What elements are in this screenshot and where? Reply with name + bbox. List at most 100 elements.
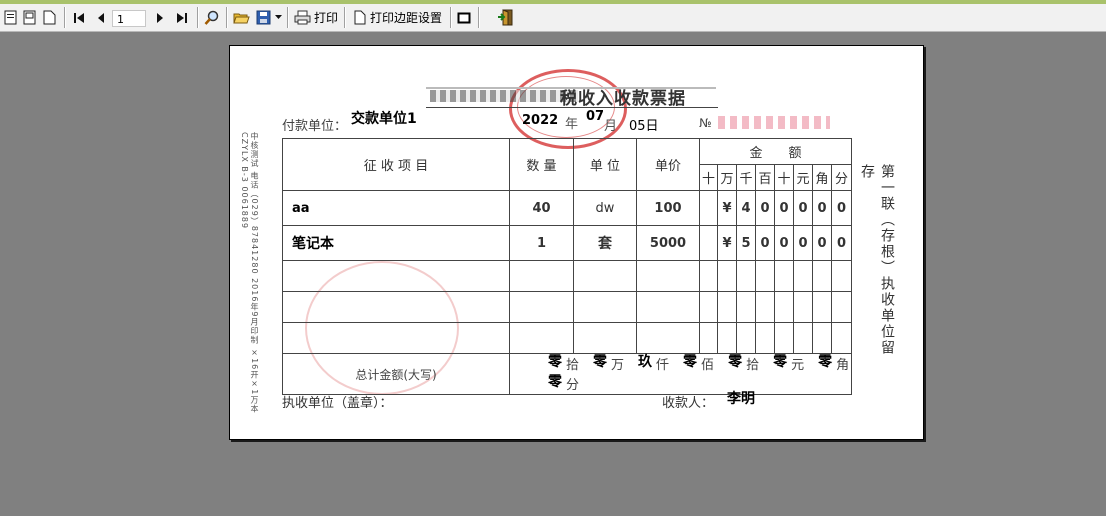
save-icon[interactable] xyxy=(255,7,272,28)
currency-cell: ¥ xyxy=(717,225,737,261)
total-digit-value: 玖 xyxy=(638,354,653,370)
empty-cell xyxy=(636,291,700,323)
currency-cell: ¥ xyxy=(717,190,737,226)
digit-header: 万 xyxy=(717,164,737,191)
frame-icon[interactable] xyxy=(455,7,473,28)
empty-cell xyxy=(699,291,718,323)
digit-header: 十 xyxy=(699,164,718,191)
page-number-input[interactable]: 1 xyxy=(112,10,146,27)
digit-header: 元 xyxy=(793,164,813,191)
receipt-title: 税收入收款票据 xyxy=(560,89,686,109)
printer-icon xyxy=(294,10,311,25)
empty-cell xyxy=(793,322,813,354)
empty-table-row xyxy=(282,322,853,354)
month-value: 07 xyxy=(586,109,605,124)
digit-cell: 0 xyxy=(755,225,775,261)
print-margin-label: 打印边距设置 xyxy=(369,11,442,25)
total-digit-value: 零 xyxy=(593,354,608,370)
empty-table-row xyxy=(282,260,853,292)
empty-cell xyxy=(774,260,794,292)
print-margin-button[interactable]: 打印边距设置 xyxy=(350,7,446,28)
year-label: 年 xyxy=(565,117,579,132)
title-underline xyxy=(426,107,718,108)
digit-cell: 4 xyxy=(736,190,756,226)
total-digit-value: 零 xyxy=(773,354,788,370)
total-digit-value: 零 xyxy=(818,354,833,370)
serial-number-obscured xyxy=(718,116,830,129)
digit-cell: 0 xyxy=(812,225,832,261)
toolbar-separator xyxy=(450,7,452,28)
row-price: 5000 xyxy=(636,225,700,261)
empty-cell xyxy=(699,260,718,292)
obscured-title-part xyxy=(430,90,578,102)
payee-value: 李明 xyxy=(727,391,755,407)
header-unit: 单 位 xyxy=(573,138,637,191)
print-label: 打印 xyxy=(313,11,338,25)
total-digit-unit: 万 xyxy=(611,358,625,373)
toolbar-separator xyxy=(64,7,66,28)
empty-cell xyxy=(636,260,700,292)
digit-cell: 0 xyxy=(830,225,853,261)
copy-note-vertical: 第一联（存根）执收单位留存 xyxy=(859,164,895,356)
header-price: 单价 xyxy=(636,138,700,191)
empty-cell xyxy=(509,322,574,354)
prev-page-icon[interactable] xyxy=(94,7,108,28)
toolbar-separator xyxy=(226,7,228,28)
next-page-icon[interactable] xyxy=(153,7,167,28)
month-label: 月 xyxy=(604,119,618,134)
digit-cell: 0 xyxy=(774,225,794,261)
header-item: 征 收 项 目 xyxy=(282,138,510,191)
digit-cell xyxy=(699,190,718,226)
first-page-view-icon[interactable] xyxy=(2,7,18,28)
header-amount: 金 额 xyxy=(698,138,853,165)
empty-cell xyxy=(636,322,700,354)
day-value: 05日 xyxy=(629,119,659,134)
digit-cell: 0 xyxy=(830,190,853,226)
empty-cell xyxy=(774,322,794,354)
empty-cell xyxy=(573,322,637,354)
printer-info-vertical: 中核测试 电话（029）87841280 2016年9月印制 ×16开×1万本 … xyxy=(240,132,259,414)
total-digit-unit: 分 xyxy=(566,378,580,393)
blank-page-icon[interactable] xyxy=(41,7,57,28)
first-page-icon[interactable] xyxy=(71,7,87,28)
last-page-icon[interactable] xyxy=(174,7,190,28)
page-view-icon[interactable] xyxy=(21,7,37,28)
toolbar-separator xyxy=(344,7,346,28)
digit-header: 千 xyxy=(736,164,756,191)
zoom-icon[interactable] xyxy=(202,7,222,28)
save-dropdown-icon[interactable] xyxy=(273,7,283,28)
empty-cell xyxy=(755,291,775,323)
empty-cell xyxy=(717,291,737,323)
empty-cell xyxy=(755,260,775,292)
open-folder-icon[interactable] xyxy=(231,7,251,28)
total-digit-unit: 拾 xyxy=(566,358,580,373)
header-qty: 数 量 xyxy=(509,138,574,191)
print-button[interactable]: 打印 xyxy=(292,7,340,28)
empty-cell xyxy=(573,260,637,292)
empty-cell xyxy=(830,291,853,323)
total-digit-unit: 佰 xyxy=(701,358,715,373)
digit-header: 分 xyxy=(830,164,853,191)
empty-cell xyxy=(793,260,813,292)
exit-door-icon[interactable] xyxy=(496,7,516,28)
page-setup-icon xyxy=(354,10,366,25)
report-toolbar: 1 打印 打印边距设置 xyxy=(0,4,1106,32)
total-digit-value: 零 xyxy=(728,354,743,370)
digit-cell: 0 xyxy=(812,190,832,226)
payer-label: 付款单位： xyxy=(282,119,348,134)
total-digit-unit: 元 xyxy=(791,358,805,373)
digit-cell: 5 xyxy=(736,225,756,261)
empty-cell xyxy=(793,291,813,323)
collector-unit-label: 执收单位（盖章）： xyxy=(282,396,393,411)
total-digit-unit: 仟 xyxy=(656,358,670,373)
digit-cell: 0 xyxy=(774,190,794,226)
total-label: 总计金额(大写) xyxy=(282,353,510,395)
empty-cell xyxy=(282,260,510,292)
row-unit: 套 xyxy=(573,225,637,261)
empty-cell xyxy=(282,322,510,354)
empty-cell xyxy=(717,322,737,354)
empty-cell xyxy=(774,291,794,323)
row-unit: dw xyxy=(573,190,637,226)
total-amount-words: 零拾零万玖仟零佰零拾零元零角零分 xyxy=(508,353,853,395)
empty-cell xyxy=(736,260,756,292)
